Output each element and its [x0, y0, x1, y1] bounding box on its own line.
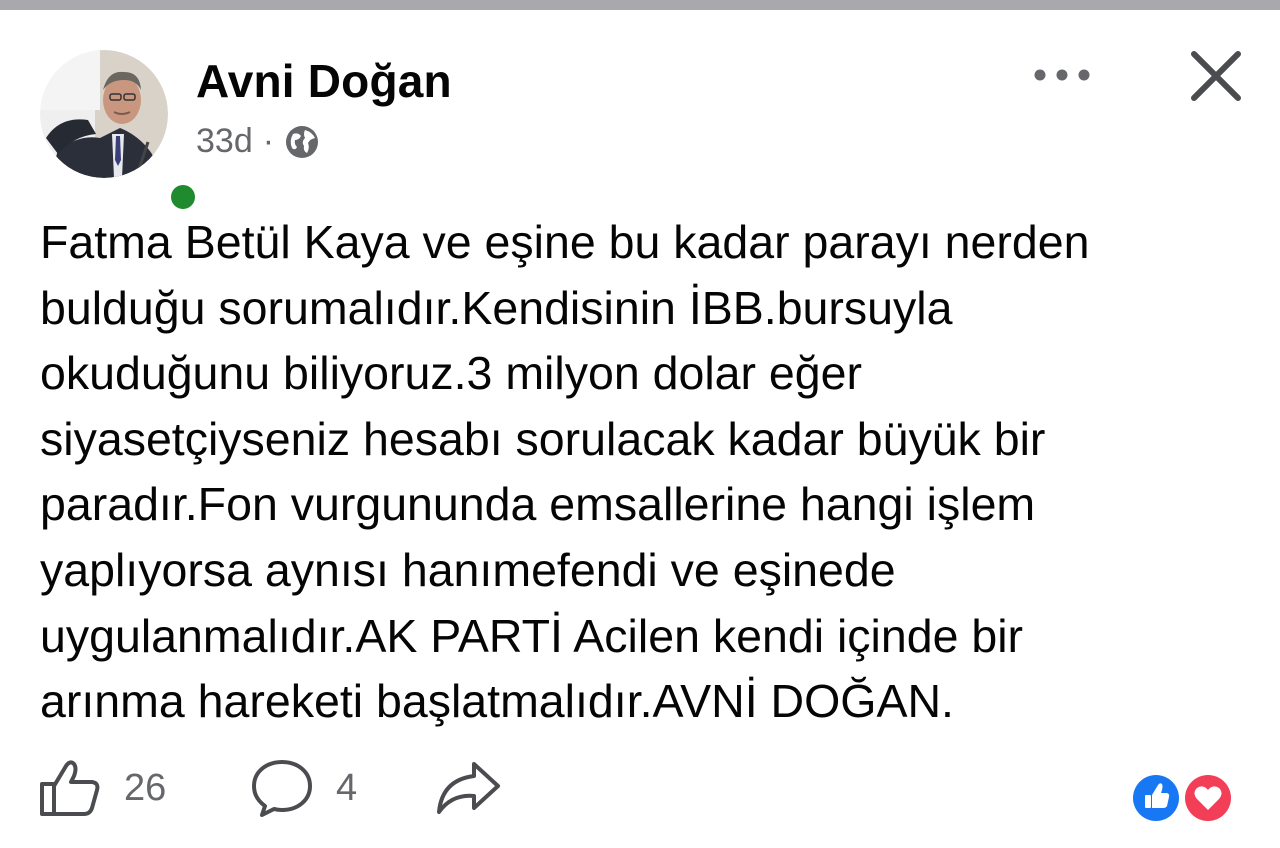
comment-bubble-icon [252, 760, 312, 817]
post-body-line: yaplıyorsa aynısı hanımefendi ve eşinede [40, 543, 896, 596]
post-body-line: siyasetçiyseniz hesabı sorulacak kadar b… [40, 412, 1046, 465]
avatar-image [40, 50, 168, 178]
post-body-line: uygulanmalıdır.AK PARTİ Acilen kendi içi… [40, 609, 1024, 662]
share-button[interactable] [434, 758, 502, 818]
post-body-line: Fatma Betül Kaya ve eşine bu kadar paray… [40, 216, 1090, 268]
avatar[interactable] [40, 50, 202, 216]
thumbs-up-icon [40, 760, 100, 816]
post-body-line: paradır.Fon vurgununda emsallerine hangi… [40, 478, 1036, 531]
post-card: Avni Doğan 33d · Fatma Betül Kaya ve eşi… [0, 10, 1280, 848]
more-options-icon[interactable] [1030, 58, 1094, 92]
reaction-icons [1130, 772, 1234, 824]
comment-button[interactable]: 4 [250, 758, 357, 818]
post-body: Fatma Betül Kaya ve eşine bu kadar paray… [40, 210, 1240, 735]
post-meta: 33d · [196, 122, 320, 161]
close-icon[interactable] [1186, 46, 1246, 106]
share-arrow-icon [437, 762, 500, 814]
post-body-line: okuduğunu biliyoruz.3 milyon dolar eğer [40, 347, 862, 400]
like-button[interactable]: 26 [38, 758, 166, 818]
post-body-line: arınma hareketi başlatmalıdır.AVNİ DOĞAN… [40, 675, 954, 728]
post-timestamp[interactable]: 33d [196, 122, 253, 161]
globe-icon[interactable] [284, 124, 320, 160]
meta-separator: · [262, 122, 275, 160]
comment-count: 4 [336, 766, 358, 809]
author-name[interactable]: Avni Doğan [196, 54, 452, 108]
love-reaction-icon [1182, 772, 1234, 824]
reaction-summary[interactable] [1128, 768, 1238, 828]
top-divider [0, 0, 1280, 10]
like-count: 26 [124, 766, 167, 809]
like-reaction-icon [1130, 772, 1182, 824]
post-body-line: bulduğu sorumalıdır.Kendisinin İBB.bursu… [40, 281, 953, 334]
